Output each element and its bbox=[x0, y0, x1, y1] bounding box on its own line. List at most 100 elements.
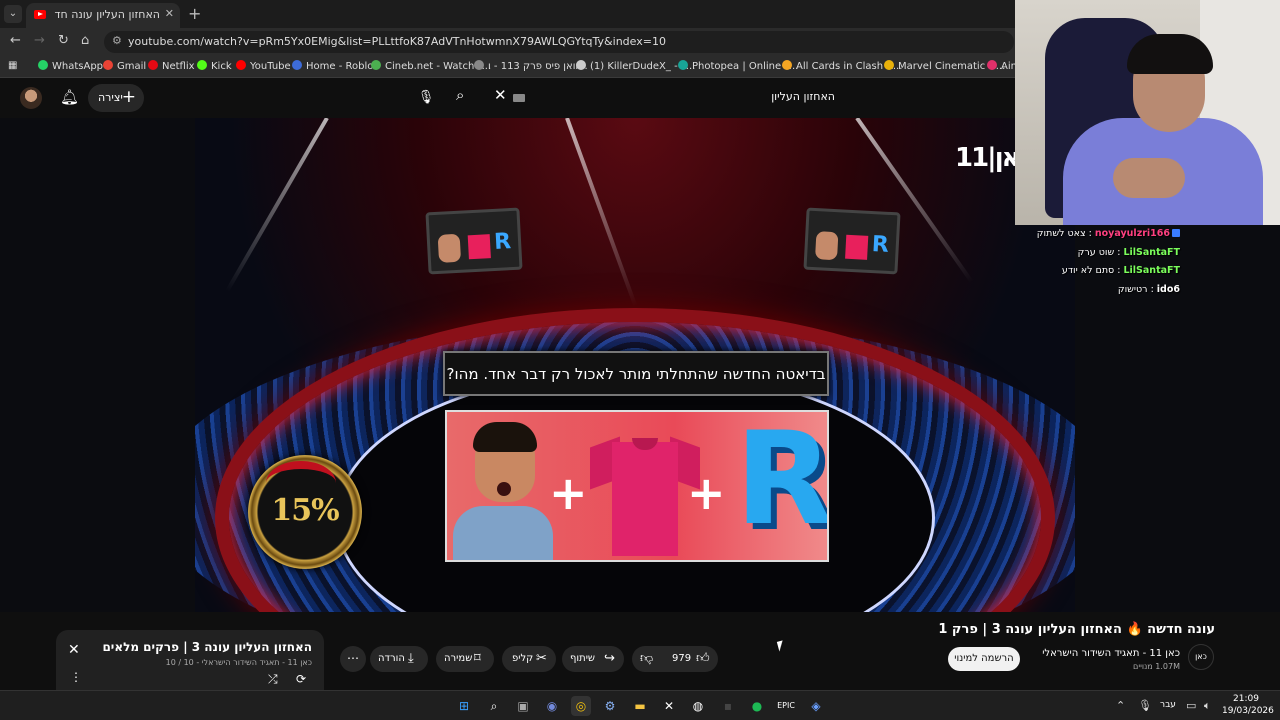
active-tab[interactable]: האחזון העליון עונה חדשה 🔥 האחזון הע… ✕ bbox=[26, 3, 180, 28]
twitch-icon bbox=[576, 60, 586, 70]
search-icon[interactable]: ⌕ bbox=[456, 86, 464, 104]
loop-icon[interactable]: ⟳ bbox=[296, 672, 306, 686]
like-thumb-icon[interactable]: 👍︎ bbox=[696, 651, 710, 666]
download-icon: ⤓ bbox=[408, 651, 414, 666]
clock-date[interactable]: 19/03/2026 bbox=[1222, 706, 1274, 716]
app-icon[interactable]: ▪ bbox=[718, 696, 738, 716]
playlist-panel: ✕ האחזון העליון עונה 3 | פרקים מלאים כאן… bbox=[56, 630, 324, 690]
create-button[interactable]: יצירה + bbox=[88, 84, 144, 112]
back-arrow-icon[interactable]: ← bbox=[10, 33, 21, 48]
bookmark-whatsapp[interactable]: WhatsApp bbox=[38, 60, 103, 72]
account-avatar[interactable] bbox=[20, 87, 42, 109]
bookmark-netflix[interactable]: Netflix bbox=[148, 60, 195, 72]
watch-metadata: ✕ האחזון העליון עונה 3 | פרקים מלאים כאן… bbox=[0, 612, 1280, 690]
share-arrow-icon: ↪ bbox=[604, 651, 615, 666]
site-info-icon[interactable]: ⚙ bbox=[112, 34, 122, 47]
photopea-icon bbox=[678, 60, 688, 70]
spotify-icon[interactable]: ● bbox=[747, 696, 767, 716]
microphone-icon[interactable]: 🎙︎ bbox=[1138, 699, 1152, 712]
bookmark-youtube[interactable]: YouTube bbox=[236, 60, 291, 72]
monitor-letter: R bbox=[493, 229, 512, 255]
network-icon[interactable]: ▭ bbox=[1186, 699, 1196, 712]
playlist-title[interactable]: האחזון העליון עונה 3 | פרקים מלאים bbox=[96, 640, 312, 654]
plus-sign: + bbox=[549, 466, 588, 520]
obs-icon[interactable]: ◍ bbox=[688, 696, 708, 716]
chat-username: ido6 bbox=[1156, 284, 1180, 295]
timer-percentage: 15% bbox=[271, 493, 339, 528]
playlist-subtitle: כאן 11 - תאגיד השידור הישראלי - 10 / 10 bbox=[165, 658, 312, 667]
task-view-icon[interactable]: ▣ bbox=[513, 696, 533, 716]
search-input[interactable]: האחזון העליון bbox=[530, 90, 835, 103]
clear-search-icon[interactable]: ✕ bbox=[494, 86, 507, 104]
address-bar[interactable]: ⚙ youtube.com/watch?v=pRm5Yx0EMig&list=P… bbox=[104, 31, 1014, 53]
bookmark-roblox[interactable]: Home - Roblox bbox=[292, 60, 379, 72]
subscribe-button[interactable]: הרשמה למינוי bbox=[948, 647, 1020, 671]
tab-search-button[interactable]: ⌄ bbox=[4, 5, 22, 23]
close-playlist-icon[interactable]: ✕ bbox=[68, 642, 80, 658]
bookmark-gmail[interactable]: Gmail bbox=[103, 60, 146, 72]
chat-text: סתם לא יודע bbox=[1061, 265, 1115, 276]
rebus-puzzle-panel: + + R bbox=[445, 410, 829, 562]
globe-icon bbox=[474, 60, 484, 70]
new-tab-icon[interactable]: + bbox=[188, 4, 201, 23]
volume-icon[interactable]: 🔈︎ bbox=[1204, 699, 1211, 713]
timer-badge: 15% bbox=[248, 455, 362, 569]
surprised-man-image bbox=[453, 422, 553, 560]
chat-message: LilSantaFT : שוט ערק bbox=[1077, 247, 1180, 258]
save-button[interactable]: שמירה ⌑ bbox=[436, 646, 494, 672]
monitor-letter: R bbox=[871, 232, 890, 258]
youtube-header: 🔔︎ יצירה + 🎙︎ ⌕ ✕ האחזון העליון bbox=[0, 78, 1015, 118]
file-explorer-icon[interactable]: ▬ bbox=[630, 696, 650, 716]
bookmark-label: Kick bbox=[211, 61, 232, 72]
discord-icon[interactable]: ◉ bbox=[542, 696, 562, 716]
webcam-overlay bbox=[1015, 0, 1280, 225]
channel-avatar[interactable]: כאן bbox=[1188, 644, 1214, 670]
kick-icon bbox=[197, 60, 207, 70]
chat-message: noyayulzri166 : צאט לשתוק bbox=[1037, 228, 1180, 239]
notifications-bell-icon[interactable]: 🔔︎ bbox=[60, 88, 79, 106]
tray-overflow-icon[interactable]: ⌃ bbox=[1116, 699, 1125, 712]
voice-search-mic-icon[interactable]: 🎙︎ bbox=[414, 86, 438, 110]
chat-username: LilSantaFT bbox=[1123, 265, 1180, 276]
light-beam bbox=[565, 118, 638, 307]
home-icon[interactable]: ⌂ bbox=[81, 33, 89, 48]
search-icon[interactable]: ⌕ bbox=[484, 696, 504, 716]
shuffle-icon[interactable]: ⤮ bbox=[268, 672, 278, 687]
download-button[interactable]: הורדה ⤓ bbox=[370, 646, 428, 672]
playlist-menu-icon[interactable]: ⋮ bbox=[70, 670, 82, 684]
video-title: עונה חדשה 🔥 האחזון העליון עונה 3 | פרק 1 bbox=[938, 622, 1215, 637]
apps-grid-icon[interactable]: ▦ bbox=[8, 60, 17, 71]
bookmark-label: Home - Roblox bbox=[306, 61, 379, 72]
channel-name[interactable]: כאן 11 - תאגיד השידור הישראלי bbox=[1030, 648, 1180, 659]
dislike-thumb-icon[interactable]: 👎︎ bbox=[640, 651, 653, 666]
language-indicator[interactable]: עבר bbox=[1160, 700, 1176, 710]
windows-start-icon[interactable]: ⊞ bbox=[454, 696, 474, 716]
clock-time[interactable]: 21:09 bbox=[1222, 694, 1270, 704]
clash-icon bbox=[782, 60, 792, 70]
windows-taskbar: ⊞ ⌕ ▣ ◉ ◎ ⚙ ▬ ✕ ◍ ▪ ● EPIC ◈ ⌃ 🎙︎ עבר ▭ … bbox=[0, 690, 1280, 720]
stream-chat-overlay: noyayulzri166 : צאט לשתוק LilSantaFT : ש… bbox=[1020, 228, 1180, 308]
marvel-icon bbox=[884, 60, 894, 70]
cineb-icon bbox=[371, 60, 381, 70]
download-label: הורדה bbox=[378, 653, 405, 664]
bookmark-label: WhatsApp bbox=[52, 61, 104, 72]
tab-title: האחזון העליון עונה חדשה 🔥 האחזון הע… bbox=[54, 8, 160, 21]
bookmark-icon: ⌑ bbox=[474, 651, 481, 666]
bookmark-one-piece[interactable]: וואן פיס פרק 113 - ו... bbox=[474, 60, 588, 72]
keyboard-icon[interactable] bbox=[513, 94, 525, 102]
share-button[interactable]: שיתוף ↪ bbox=[562, 646, 624, 672]
bookmark-kick[interactable]: Kick bbox=[197, 60, 232, 72]
close-tab-icon[interactable]: ✕ bbox=[165, 7, 174, 20]
launcher-icon[interactable]: ◈ bbox=[806, 696, 826, 716]
clip-button[interactable]: קליפ ✂ bbox=[502, 646, 556, 672]
more-actions-button[interactable]: ⋯ bbox=[340, 646, 366, 672]
reload-icon[interactable]: ↻ bbox=[58, 33, 69, 48]
like-count: 979 bbox=[672, 653, 692, 664]
steam-icon[interactable]: ⚙ bbox=[600, 696, 620, 716]
chrome-icon[interactable]: ◎ bbox=[571, 696, 591, 716]
bookmark-photopea[interactable]: Photopea | Online P... bbox=[678, 60, 798, 72]
epic-games-icon[interactable]: EPIC bbox=[776, 696, 796, 716]
capcut-icon[interactable]: ✕ bbox=[659, 696, 679, 716]
forward-arrow-icon[interactable]: → bbox=[34, 33, 45, 48]
plus-sign: + bbox=[687, 466, 726, 520]
